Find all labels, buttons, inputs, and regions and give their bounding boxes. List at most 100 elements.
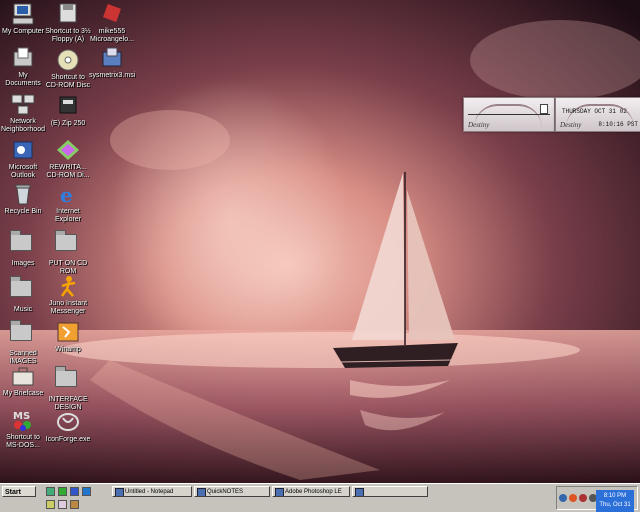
desktop-icon-zip-drive[interactable]: (E) Zip 250 [45, 94, 91, 128]
network-icon [10, 92, 36, 116]
widget-brand: Destiny [560, 121, 582, 129]
briefcase-icon [10, 364, 36, 388]
desktop-icon-iconforge[interactable]: IconForge.exe [45, 410, 91, 444]
start-label: Start [5, 489, 21, 496]
icon-label: My Briefcase [2, 390, 44, 397]
recycle-bin-icon [10, 182, 36, 206]
taskbar: Start Untitled - Notepad QuickNOTES Adob… [0, 483, 640, 512]
desktop-icon-internet-explorer[interactable]: e Internet Explorer [45, 182, 91, 224]
desktop-icon-winamp[interactable]: Winamp [45, 320, 91, 354]
installer-icon [99, 46, 125, 70]
svg-text:e: e [60, 183, 73, 206]
desktop-icon-put-on-cd-rom[interactable]: PUT ON CD ROM [45, 228, 91, 276]
quicknotes-icon [197, 488, 206, 496]
task-unnamed[interactable] [352, 486, 428, 497]
icon-label: Network Neighborhood [1, 118, 45, 133]
desktop-icon-sysmetrix-installer[interactable]: sysmetrix3.msi [89, 46, 135, 80]
desktop-icon-my-briefcase[interactable]: My Briefcase [0, 364, 46, 398]
network-tray-icon[interactable] [559, 494, 567, 502]
icon-label: Microsoft Outlook [8, 164, 38, 179]
svg-text:MS: MS [13, 411, 30, 422]
cdrom-icon [55, 48, 81, 72]
desktop-icon-cdrom-shortcut[interactable]: Shortcut to CD-ROM Disc [45, 48, 91, 90]
widget-date: THURSDAY OCT 31 02 [562, 108, 627, 115]
cd-writer-icon [55, 138, 81, 162]
documents-folder-icon [10, 46, 36, 70]
desktop-icon-recycle-bin[interactable]: Recycle Bin [0, 182, 46, 216]
icon-label: REWRITA... CD-ROM Di... [46, 164, 90, 179]
iconforge-icon [55, 410, 81, 434]
internet-explorer-icon: e [55, 182, 81, 207]
icon-label: My Documents [5, 72, 41, 87]
zip-drive-icon [55, 94, 81, 118]
taskbar-clock[interactable]: 8:10 PM Thu, Oct 31 [596, 490, 634, 512]
quicklaunch-tool-icon[interactable] [46, 500, 55, 509]
quicklaunch-app-icon[interactable] [70, 500, 79, 509]
desktop-icon-msdos[interactable]: MS Shortcut to MS-DOS... [0, 408, 46, 450]
app-tray-icon[interactable] [579, 494, 587, 502]
start-button[interactable]: Start [2, 486, 36, 497]
icon-label: My Computer [1, 28, 44, 35]
icon-label: Shortcut to CD-ROM Disc [45, 74, 91, 89]
folder-icon [10, 324, 32, 341]
desktop-icon-images[interactable]: Images [0, 228, 46, 268]
destiny-widget-left[interactable]: Destiny [463, 97, 555, 132]
microangelo-icon [99, 2, 125, 26]
quicklaunch-word-icon[interactable] [70, 487, 79, 496]
folder-icon [55, 234, 77, 251]
desktop-icon-juno-messenger[interactable]: Juno Instant Messenger [45, 274, 91, 316]
desktop-icon-rewritable-cd[interactable]: REWRITA... CD-ROM Di... [45, 138, 91, 180]
icon-label: Recycle Bin [4, 208, 42, 215]
task-label: QuickNOTES [207, 489, 244, 495]
msdos-icon: MS [10, 408, 36, 432]
task-notepad[interactable]: Untitled - Notepad [112, 486, 192, 497]
icon-label: sysmetrix3.msi [89, 72, 136, 79]
task-photoshop[interactable]: Adobe Photoshop LE [272, 486, 350, 497]
clock-date: Thu, Oct 31 [599, 502, 631, 508]
icon-label: mike555 Microangelo... [90, 28, 134, 43]
icon-label: Shortcut to MS-DOS... [6, 434, 40, 449]
quicklaunch-help-icon[interactable] [58, 500, 67, 509]
icon-label: Winamp [55, 346, 81, 353]
icon-label: Internet Explorer [54, 208, 82, 223]
desktop-icon-my-computer[interactable]: My Computer [0, 2, 46, 36]
folder-icon [10, 280, 32, 297]
icon-label: Images [11, 260, 35, 267]
window-icon [355, 488, 364, 496]
quicklaunch-outlook-icon[interactable] [82, 487, 91, 496]
desktop-icon-interface-design[interactable]: INTERFACE DESIGN [45, 364, 91, 412]
clock-time: 8:10 PM [603, 493, 627, 499]
icon-label: IconForge.exe [45, 436, 91, 443]
computer-icon [10, 2, 36, 26]
desktop-icon-music[interactable]: Music [0, 274, 46, 314]
widget-time: 8:10:16 PST [598, 121, 638, 128]
firefox-tray-icon[interactable] [569, 494, 577, 502]
destiny-clock-widget[interactable]: THURSDAY OCT 31 02 8:10:16 PST Destiny [555, 97, 640, 132]
task-label: Untitled - Notepad [125, 489, 174, 495]
desktop-icon-scanned-images[interactable]: Scanned IMAGES [0, 318, 46, 366]
system-tray: 8:10 PM Thu, Oct 31 [556, 486, 638, 512]
winamp-icon [55, 320, 81, 344]
task-quicknotes[interactable]: QuickNOTES [194, 486, 270, 497]
desktop-icon-network-neighborhood[interactable]: Network Neighborhood [0, 92, 46, 134]
widget-brand: Destiny [468, 121, 490, 129]
task-label: Adobe Photoshop LE [285, 489, 342, 495]
desktop-icon-my-documents[interactable]: My Documents [0, 46, 46, 88]
quicklaunch-excel-icon[interactable] [58, 487, 67, 496]
icon-label: (E) Zip 250 [50, 120, 86, 127]
document-icon [540, 104, 548, 114]
outlook-icon [10, 138, 36, 162]
icon-label: Shortcut to 3½ Floppy (A) [45, 28, 91, 43]
photoshop-icon [275, 488, 284, 496]
notepad-icon [115, 488, 124, 496]
desktop-icon-microsoft-outlook[interactable]: Microsoft Outlook [0, 138, 46, 180]
quicklaunch-desktop-icon[interactable] [46, 487, 55, 496]
icon-label: Juno Instant Messenger [48, 300, 88, 315]
folder-icon [10, 234, 32, 251]
desktop-icon-microangelo[interactable]: mike555 Microangelo... [89, 2, 135, 44]
folder-icon [55, 370, 77, 387]
juno-messenger-icon [55, 274, 81, 298]
desktop-icon-floppy-shortcut[interactable]: Shortcut to 3½ Floppy (A) [45, 2, 91, 44]
floppy-icon [55, 2, 81, 26]
icon-label: Music [13, 306, 33, 313]
